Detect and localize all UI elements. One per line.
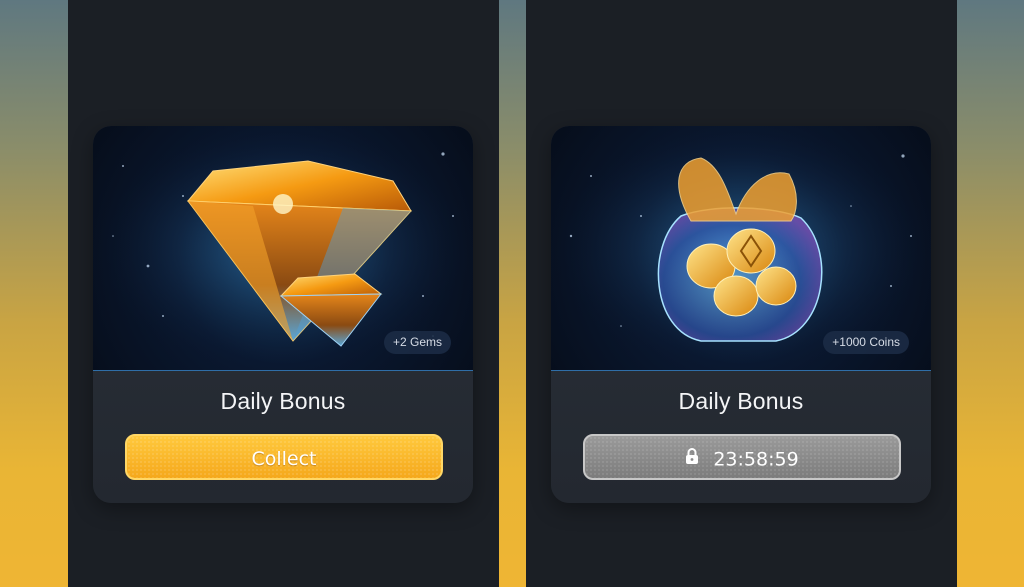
collect-button[interactable]: Collect bbox=[125, 434, 443, 480]
cooldown-timer: 23:58:59 bbox=[713, 448, 799, 471]
locked-timer-button[interactable]: 23:58:59 bbox=[583, 434, 901, 480]
lock-icon bbox=[685, 435, 699, 481]
bonus-panel-gems: +2 Gems Daily Bonus Collect bbox=[68, 0, 499, 587]
daily-bonus-card-coins: +1000 Coins Daily Bonus 23:58:59 bbox=[551, 126, 931, 503]
card-title: Daily Bonus bbox=[678, 388, 804, 414]
reward-badge: +1000 Coins bbox=[823, 331, 909, 354]
reward-badge: +2 Gems bbox=[383, 331, 451, 354]
card-title: Daily Bonus bbox=[220, 388, 346, 414]
coins-art: +1000 Coins bbox=[551, 126, 931, 371]
gems-art: +2 Gems bbox=[93, 126, 473, 371]
daily-bonus-card-gems: +2 Gems Daily Bonus Collect bbox=[93, 126, 473, 503]
bonus-panel-coins: +1000 Coins Daily Bonus 23:58:59 bbox=[526, 0, 957, 587]
